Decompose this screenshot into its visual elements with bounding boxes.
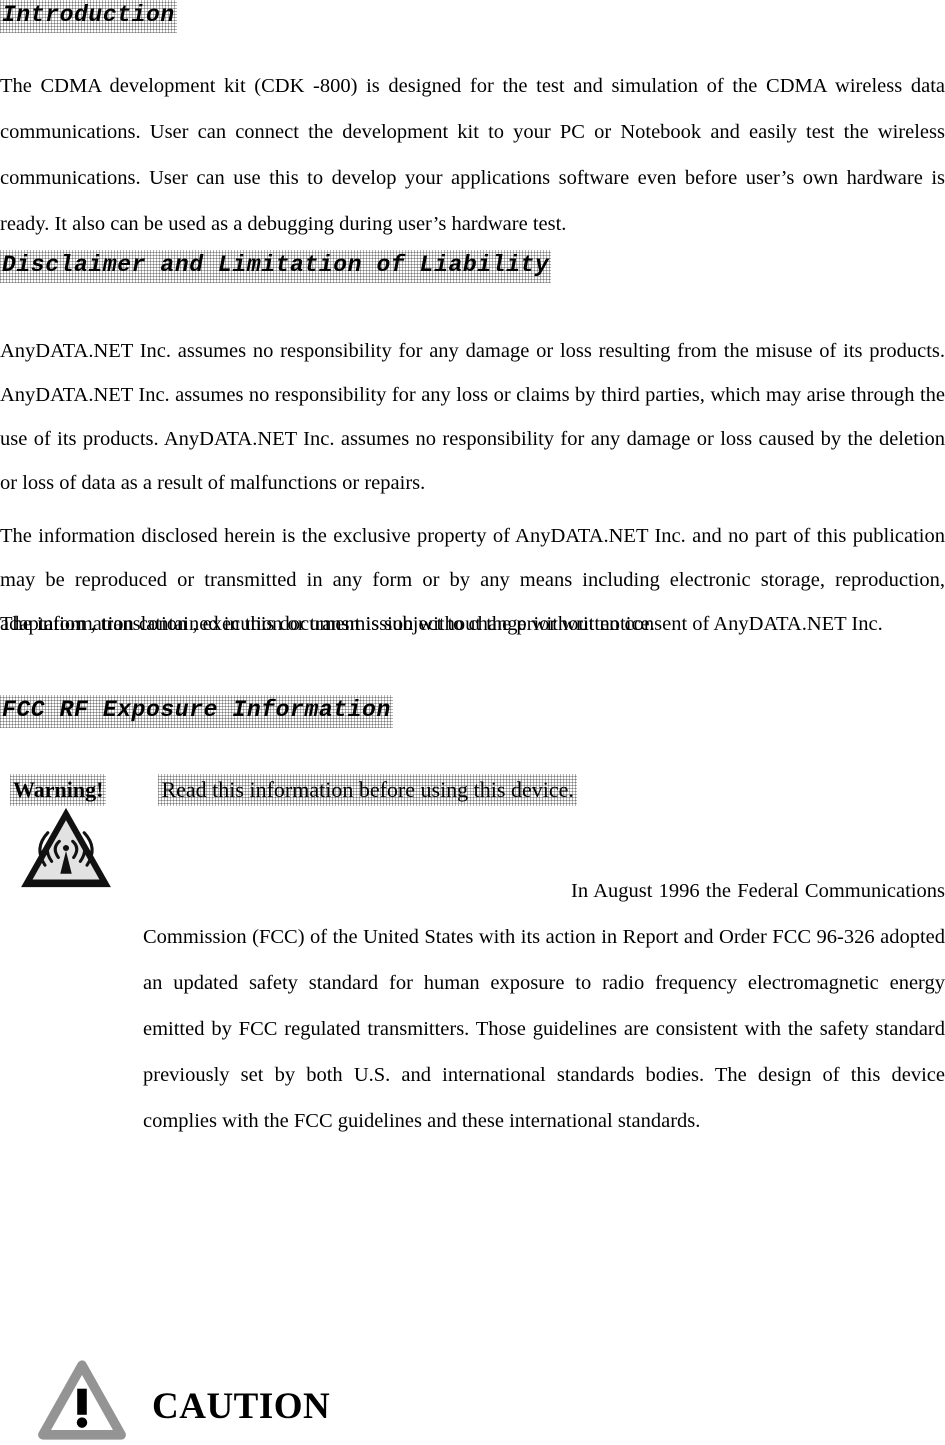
paragraph-disclaimer-notice: The information contained in this docume… xyxy=(0,613,655,635)
paragraph-introduction: The CDMA development kit (CDK -800) is d… xyxy=(0,75,945,235)
heading-introduction: Introduction xyxy=(0,0,177,33)
warning-label: Warning! xyxy=(10,774,106,806)
fcc-warning-banner: Warning! Read this information before us… xyxy=(10,774,577,805)
paragraph-fcc-rf-exposure: In August 1996 the Federal Communication… xyxy=(143,880,945,1132)
paragraph-disclaimer-liability: AnyDATA.NET Inc. assumes no responsibili… xyxy=(0,340,945,494)
heading-fcc-rf-exposure-information: FCC RF Exposure Information xyxy=(0,695,393,728)
caution-label: CAUTION xyxy=(152,1386,331,1427)
rf-radiation-warning-triangle-icon xyxy=(18,805,114,891)
heading-disclaimer-and-limitation-of-liability: Disclaimer and Limitation of Liability xyxy=(0,250,551,283)
caution-exclamation-triangle-icon xyxy=(38,1360,126,1440)
warning-instruction-text: Read this information before using this … xyxy=(158,774,576,806)
